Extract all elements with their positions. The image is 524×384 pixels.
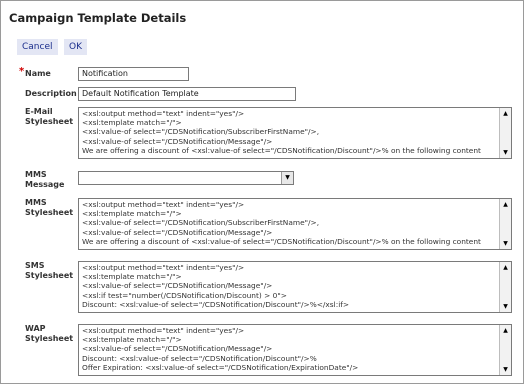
sms-stylesheet-label: SMS Stylesheet [25,261,74,280]
code-line: <xsl:output method="text" indent="yes"/> [82,326,245,335]
code-line: Offer Expiration: <xsl:value-of select="… [82,362,359,372]
description-label: Description [25,89,77,98]
code-line: Discount: <xsl:value-of select="/CDSNoti… [82,353,317,363]
scroll-up-arrow-icon[interactable]: ▲ [501,326,510,335]
mms-message-selected-value [79,172,85,184]
sms-stylesheet-content: <xsl:output method="text" indent="yes"/>… [82,263,497,309]
mms-stylesheet-textarea[interactable]: <xsl:output method="text" indent="yes"/>… [78,198,512,250]
code-line: <xsl:value-of select="/CDSNotification/M… [82,136,273,146]
vertical-scrollbar[interactable]: ▲ ▼ [499,262,511,312]
page-title: Campaign Template Details [9,11,187,25]
code-line: <xsl:value-of select="/CDSNotification/M… [82,227,273,237]
wap-stylesheet-content: <xsl:output method="text" indent="yes"/>… [82,326,497,372]
code-line: <xsl:template match="/"> [82,335,182,345]
vertical-scrollbar[interactable]: ▲ ▼ [499,199,511,249]
code-line: We are offering a discount of <xsl:value… [82,236,481,246]
code-line: We are offering a discount of <xsl:value… [82,145,481,155]
scroll-up-arrow-icon[interactable]: ▲ [501,109,510,118]
code-line: <xsl:value-of select="/CDSNotification/M… [82,344,273,354]
code-line: <xsl:value-of select="/CDSNotification/M… [82,281,273,291]
code-line: <xsl:if test="number(/CDSNotification/Di… [82,290,287,300]
chevron-down-icon[interactable]: ▼ [281,172,293,184]
code-line: <xsl:value-of select="/CDSNotification/S… [82,127,320,137]
mms-stylesheet-content: <xsl:output method="text" indent="yes"/>… [82,200,497,246]
vertical-scrollbar[interactable]: ▲ ▼ [499,325,511,375]
name-label: * Name [19,66,51,79]
code-line: Discount: <xsl:value-of select="/CDSNoti… [82,299,350,309]
email-stylesheet-content: <xsl:output method="text" indent="yes"/>… [82,109,497,155]
mms-message-select[interactable]: ▼ [78,171,294,185]
mms-message-label: MMS Message [25,170,65,189]
required-marker: * [19,66,25,77]
sms-stylesheet-textarea[interactable]: <xsl:output method="text" indent="yes"/>… [78,261,512,313]
code-line: <xsl:output method="text" indent="yes"/> [82,109,245,118]
code-line: <xsl:output method="text" indent="yes"/> [82,200,245,209]
mms-stylesheet-label: MMS Stylesheet [25,198,74,217]
code-line: <xsl:template match="/"> [82,209,182,219]
description-field[interactable]: Default Notification Template [78,87,296,101]
code-line: <xsl:output method="text" indent="yes"/> [82,263,245,272]
scroll-down-arrow-icon[interactable]: ▼ [501,239,510,248]
scroll-down-arrow-icon[interactable]: ▼ [501,365,510,374]
vertical-scrollbar[interactable]: ▲ ▼ [499,108,511,158]
scroll-down-arrow-icon[interactable]: ▼ [501,302,510,311]
scroll-down-arrow-icon[interactable]: ▼ [501,148,510,157]
cancel-button[interactable]: Cancel [17,39,58,55]
code-line: <xsl:value-of select="/CDSNotification/S… [82,218,320,228]
email-stylesheet-label: E-Mail Stylesheet [25,107,74,126]
email-stylesheet-textarea[interactable]: <xsl:output method="text" indent="yes"/>… [78,107,512,159]
scroll-up-arrow-icon[interactable]: ▲ [501,200,510,209]
wap-stylesheet-textarea[interactable]: <xsl:output method="text" indent="yes"/>… [78,324,512,376]
scroll-up-arrow-icon[interactable]: ▲ [501,263,510,272]
campaign-template-panel: Campaign Template Details Cancel OK * Na… [0,0,524,384]
name-field[interactable]: Notification [78,67,189,81]
code-line: <xsl:template match="/"> [82,272,182,282]
wap-stylesheet-label: WAP Stylesheet [25,324,74,343]
code-line: <xsl:template match="/"> [82,118,182,128]
ok-button[interactable]: OK [64,39,87,55]
